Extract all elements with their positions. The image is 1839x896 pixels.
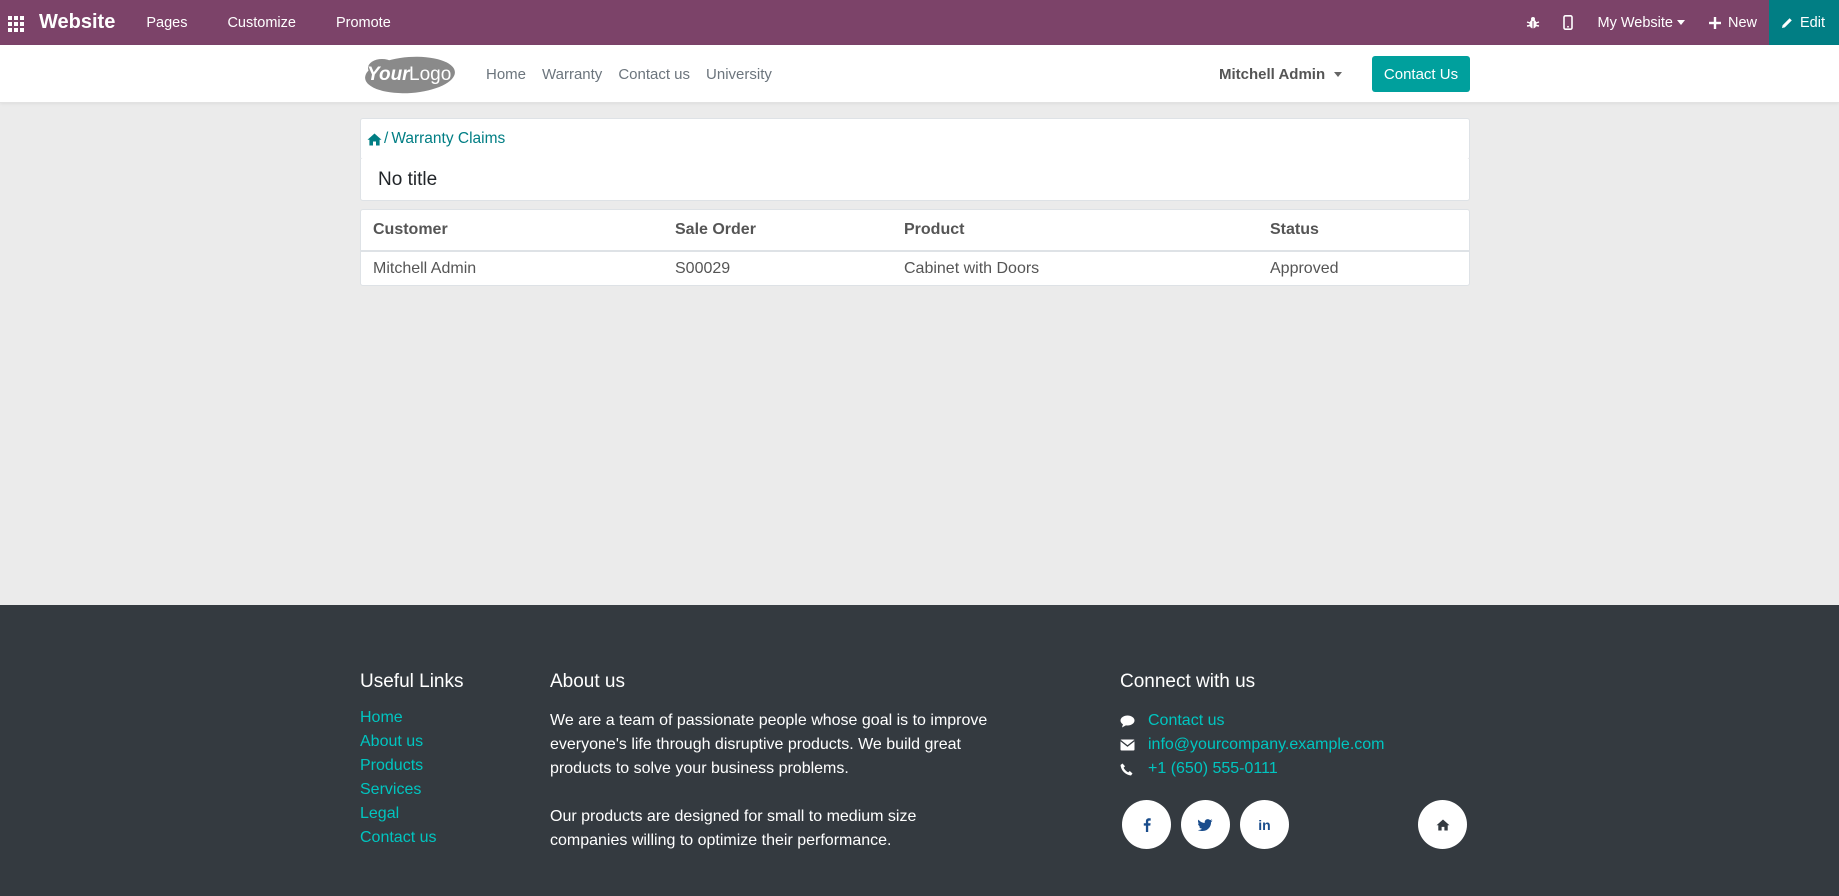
site-main-nav: Home Warranty Contact us University (478, 45, 780, 103)
cell-status: Approved (1270, 259, 1339, 277)
user-dropdown[interactable]: Mitchell Admin (1219, 45, 1343, 103)
column-header-status: Status (1258, 210, 1469, 252)
breadcrumb: / Warranty Claims (360, 118, 1470, 160)
edit-button[interactable]: Edit (1769, 0, 1839, 45)
footer-useful-links-title: Useful Links (360, 671, 464, 692)
footer-useful-links: Home About us Products Services Legal Co… (360, 709, 436, 853)
footer-connect-phone[interactable]: +1 (650) 555-0111 (1120, 757, 1385, 781)
warranty-claims-table: Customer Sale Order Product Status Mitch… (360, 209, 1470, 286)
social-linkedin-button[interactable]: in (1240, 800, 1289, 849)
envelope-icon (1120, 739, 1148, 751)
new-content-button[interactable]: New (1697, 0, 1769, 45)
edit-label: Edit (1800, 14, 1825, 31)
footer-connect-contact[interactable]: Contact us (1120, 709, 1385, 733)
site-footer: Useful Links Home About us Products Serv… (0, 605, 1839, 896)
svg-text:Logo: Logo (409, 64, 451, 85)
social-facebook-button[interactable] (1122, 800, 1171, 849)
user-name: Mitchell Admin (1219, 65, 1326, 83)
nav-home[interactable]: Home (478, 66, 534, 83)
home-icon[interactable] (367, 133, 382, 146)
footer-link-products[interactable]: Products (360, 757, 436, 781)
home-icon (1436, 818, 1449, 831)
linkedin-icon: in (1258, 816, 1271, 833)
website-switcher-label: My Website (1597, 14, 1673, 31)
plus-icon (1708, 16, 1721, 29)
footer-about-text: We are a team of passionate people whose… (550, 709, 990, 853)
phone-icon (1120, 763, 1148, 776)
apps-grid-icon (7, 15, 24, 32)
twitter-icon (1198, 818, 1213, 831)
mobile-preview-button[interactable] (1551, 0, 1586, 45)
footer-link-services[interactable]: Services (360, 781, 436, 805)
menu-pages[interactable]: Pages (131, 15, 212, 31)
record-title: No title (360, 159, 1470, 201)
breadcrumb-warranty-claims[interactable]: Warranty Claims (391, 130, 505, 148)
social-website-button[interactable] (1418, 800, 1467, 849)
company-logo[interactable]: Your Logo (360, 54, 456, 94)
debug-button[interactable] (1516, 0, 1551, 45)
footer-link-about-us[interactable]: About us (360, 733, 436, 757)
footer-connect-contact-label: Contact us (1148, 712, 1225, 729)
cell-sale-order: S00029 (675, 259, 731, 277)
contact-us-button[interactable]: Contact Us (1372, 56, 1470, 92)
svg-text:Your: Your (367, 64, 411, 85)
menu-promote[interactable]: Promote (321, 15, 416, 31)
about-paragraph-1: We are a team of passionate people whose… (550, 712, 988, 777)
footer-connect-phone-label: +1 (650) 555-0111 (1148, 760, 1278, 777)
nav-warranty[interactable]: Warranty (534, 66, 610, 83)
footer-connect-title: Connect with us (1120, 671, 1256, 692)
column-header-product: Product (892, 210, 1258, 252)
chevron-down-icon (1676, 20, 1685, 25)
social-twitter-button[interactable] (1181, 800, 1230, 849)
table-row[interactable]: Mitchell Admin S00029 Cabinet with Doors… (361, 251, 1469, 285)
mobile-icon (1563, 15, 1573, 30)
new-content-label: New (1727, 14, 1757, 31)
website-switcher-dropdown[interactable]: My Website (1586, 0, 1697, 45)
footer-connect-email[interactable]: info@yourcompany.example.com (1120, 733, 1385, 757)
menu-customize[interactable]: Customize (212, 15, 321, 31)
nav-university[interactable]: University (698, 66, 780, 83)
apps-menu-button[interactable] (0, 0, 31, 45)
footer-link-contact-us[interactable]: Contact us (360, 829, 436, 853)
bug-icon (1526, 16, 1540, 28)
admin-right-controls: My Website New Edit (1516, 0, 1839, 45)
app-brand[interactable]: Website (39, 11, 115, 34)
footer-about-title: About us (550, 671, 625, 692)
nav-contact-us[interactable]: Contact us (610, 66, 698, 83)
footer-link-home[interactable]: Home (360, 709, 436, 733)
facebook-icon (1143, 817, 1151, 832)
admin-navbar: Website Pages Customize Promote My Websi… (0, 0, 1839, 45)
chevron-down-icon (1334, 71, 1343, 77)
comment-icon (1120, 715, 1148, 728)
pencil-icon (1782, 17, 1792, 28)
cell-customer: Mitchell Admin (373, 259, 477, 277)
cell-product: Cabinet with Doors (904, 259, 1040, 277)
about-paragraph-2: Our products are designed for small to m… (550, 808, 917, 849)
footer-connect-list: Contact us info@yourcompany.example.com … (1120, 709, 1385, 781)
column-header-customer: Customer (361, 210, 663, 252)
table-header-row: Customer Sale Order Product Status (361, 210, 1469, 252)
footer-link-legal[interactable]: Legal (360, 805, 436, 829)
column-header-sale-order: Sale Order (663, 210, 892, 252)
site-header: Your Logo Home Warranty Contact us Unive… (0, 45, 1839, 103)
footer-connect-email-label: info@yourcompany.example.com (1148, 736, 1385, 753)
breadcrumb-separator: / (384, 130, 389, 147)
